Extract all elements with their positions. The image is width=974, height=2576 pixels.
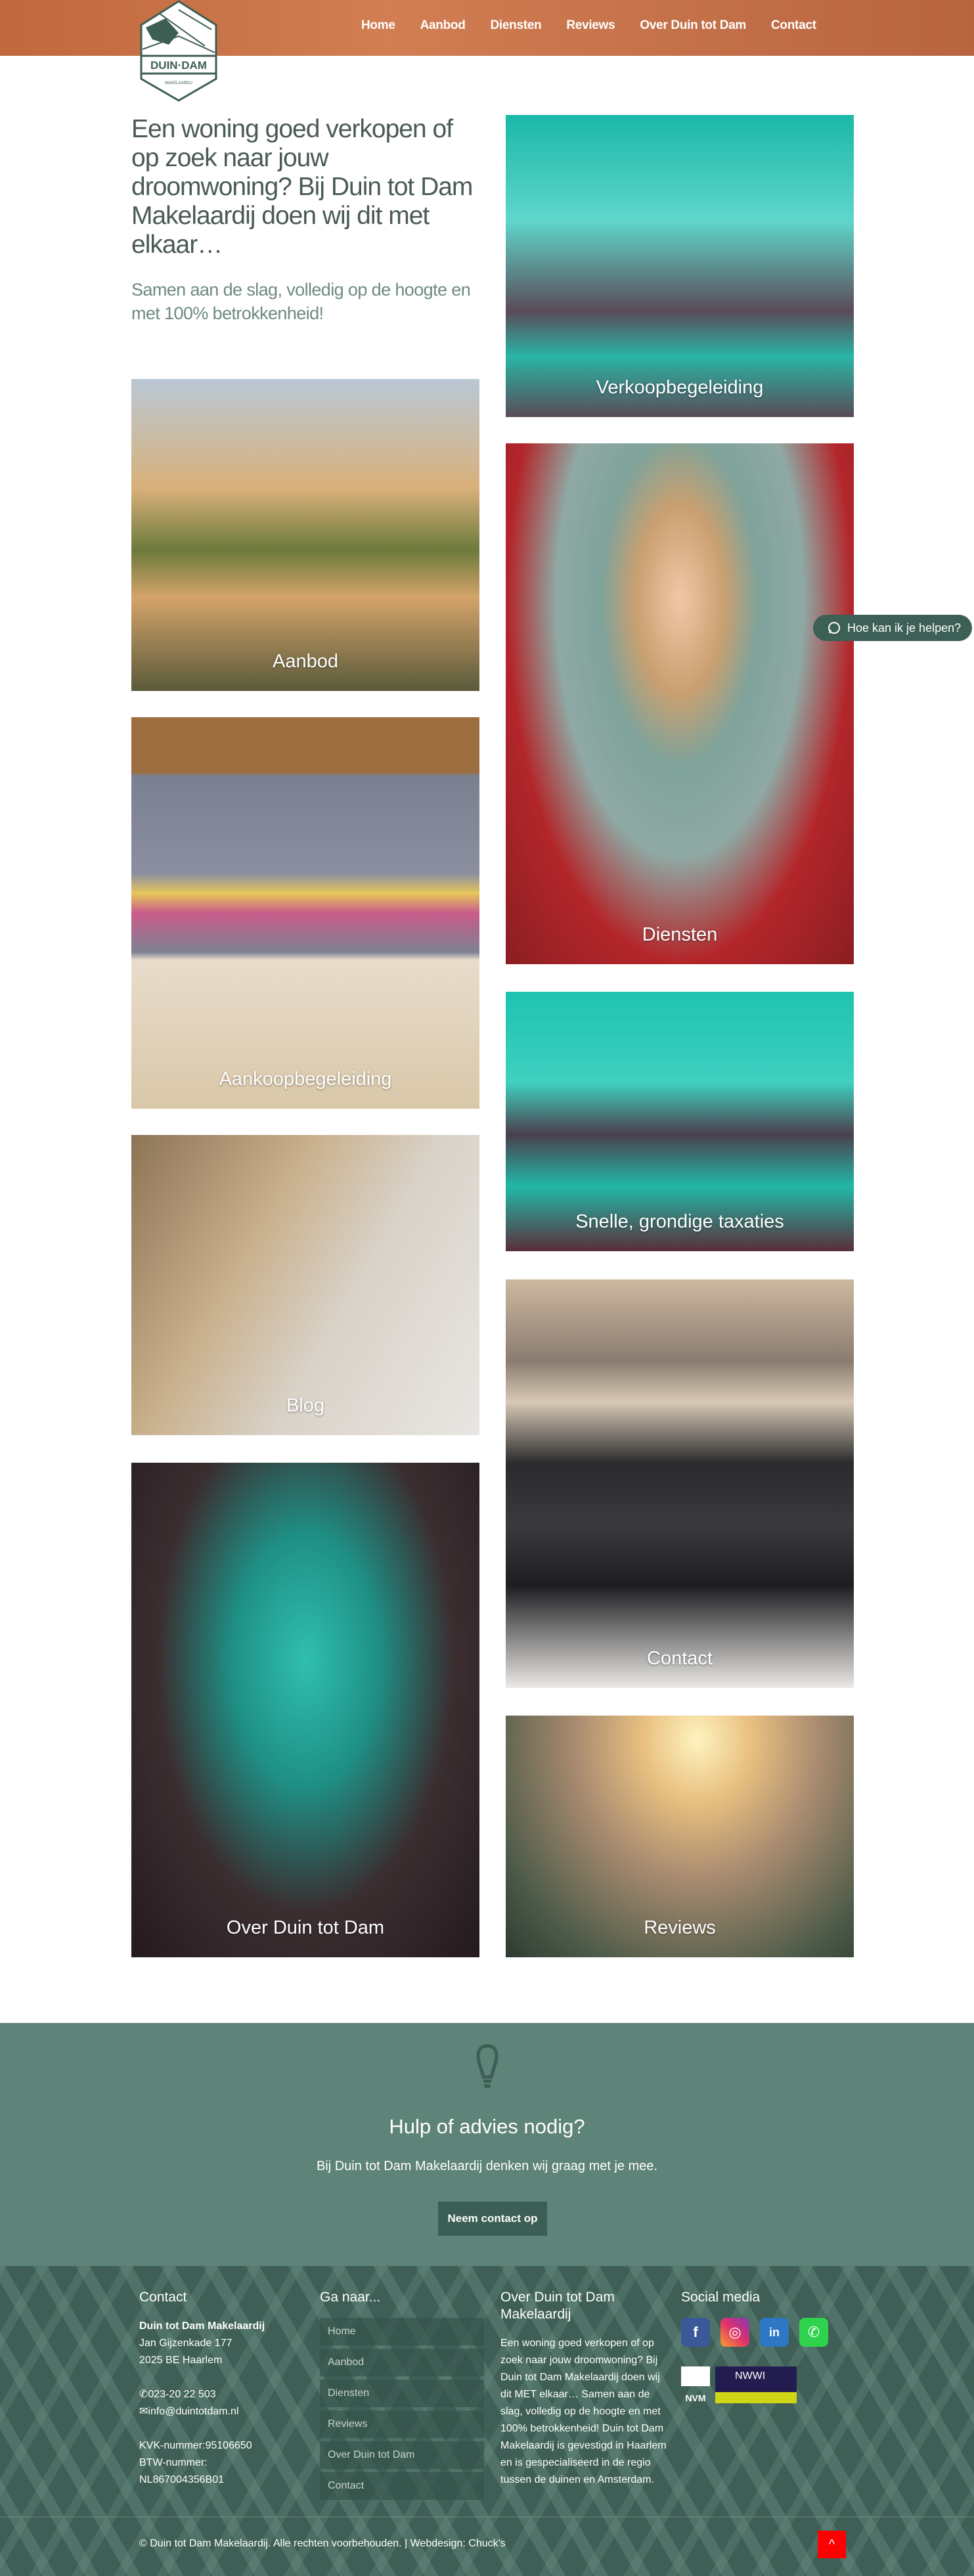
instagram-icon[interactable]: ◎ [720, 2318, 749, 2347]
phone-icon: ✆ [139, 2389, 148, 2400]
footer-link-aanbod[interactable]: Aanbod [320, 2349, 484, 2376]
chevron-up-icon: ^ [828, 2537, 835, 2552]
footer-link-reviews[interactable]: Reviews [320, 2410, 484, 2438]
company-name: Duin tot Dam Makelaardij [139, 2321, 265, 2332]
tile-taxaties[interactable]: Snelle, grondige taxaties [506, 992, 854, 1251]
footer-social: Social media f ◎ in ✆ NVM NWWI [681, 2289, 845, 2403]
footer: Contact Duin tot Dam Makelaardij Jan Gij… [0, 2266, 974, 2576]
footer-contact: Contact Duin tot Dam Makelaardij Jan Gij… [139, 2289, 303, 2489]
whatsapp-icon[interactable]: ✆ [799, 2318, 828, 2347]
logo[interactable]: DUIN·DAM MAKELAARDIJ [139, 0, 218, 102]
tile-aankoopbegeleiding[interactable]: Aankoopbegeleiding [131, 717, 479, 1109]
contact-button[interactable]: Neem contact op [438, 2202, 547, 2236]
tile-label: Contact [647, 1648, 713, 1669]
back-to-top-button[interactable]: ^ [818, 2531, 846, 2558]
tile-label: Reviews [644, 1917, 716, 1938]
linkedin-icon[interactable]: in [760, 2318, 789, 2347]
nav-over[interactable]: Over Duin tot Dam [640, 18, 746, 33]
nav-contact[interactable]: Contact [771, 18, 816, 33]
address-street: Jan Gijzenkade 177 [139, 2338, 232, 2349]
tile-verkoopbegeleiding[interactable]: Verkoopbegeleiding [506, 115, 854, 417]
kvk-number: KVK-nummer:95106650 [139, 2440, 252, 2451]
main-nav: Home Aanbod Diensten Reviews Over Duin t… [361, 18, 841, 33]
nav-home[interactable]: Home [361, 18, 395, 33]
tile-label: Snelle, grondige taxaties [575, 1211, 784, 1232]
btw-number: NL867004356B01 [139, 2474, 225, 2485]
nav-reviews[interactable]: Reviews [566, 18, 615, 33]
copyright: © Duin tot Dam Makelaardij. Alle rechten… [139, 2538, 506, 2549]
tile-label: Aankoopbegeleiding [219, 1069, 392, 1090]
footer-link-diensten[interactable]: Diensten [320, 2380, 484, 2407]
tile-label: Diensten [642, 924, 718, 945]
mail-icon: ✉ [139, 2406, 148, 2417]
footer-link-over[interactable]: Over Duin tot Dam [320, 2441, 484, 2469]
tile-over-duin-tot-dam[interactable]: Over Duin tot Dam [131, 1463, 479, 1957]
svg-text:MAKELAARDIJ: MAKELAARDIJ [165, 81, 192, 85]
whatsapp-chat-button[interactable]: Hoe kan ik je helpen? [813, 615, 972, 641]
nwwi-badge: NWWI [715, 2366, 797, 2403]
about-text: Een woning goed verkopen of op zoek naar… [500, 2338, 667, 2485]
intro-heading: Een woning goed verkopen of op zoek naar… [131, 115, 473, 259]
nvm-badge: NVM [681, 2366, 710, 2403]
cta-section: Hulp of advies nodig? Bij Duin tot Dam M… [0, 2023, 974, 2266]
tile-reviews[interactable]: Reviews [506, 1716, 854, 1957]
tile-blog[interactable]: Blog [131, 1135, 479, 1435]
intro: Een woning goed verkopen of op zoek naar… [131, 115, 479, 325]
footer-heading: Over Duin tot Dam Makelaardij [500, 2290, 615, 2322]
lightbulb-icon [476, 2044, 498, 2088]
btw-label: BTW-nummer: [139, 2457, 208, 2468]
cta-text: Bij Duin tot Dam Makelaardij denken wij … [316, 2159, 658, 2173]
footer-heading: Contact [139, 2290, 187, 2305]
tile-label: Verkoopbegeleiding [596, 377, 764, 398]
phone-link[interactable]: 023-20 22 503 [148, 2389, 215, 2400]
divider [0, 2516, 974, 2518]
tile-diensten[interactable]: Diensten [506, 443, 854, 964]
tile-aanbod[interactable]: Aanbod [131, 379, 479, 691]
tile-label: Blog [286, 1395, 325, 1416]
whatsapp-icon [828, 622, 840, 634]
svg-text:DUIN·DAM: DUIN·DAM [150, 59, 207, 72]
footer-link-home[interactable]: Home [320, 2318, 484, 2345]
nav-diensten[interactable]: Diensten [491, 18, 542, 33]
footer-goto: Ga naar... Home Aanbod Diensten Reviews … [320, 2289, 484, 2503]
cta-heading: Hulp of advies nodig? [389, 2115, 585, 2138]
address-city: 2025 BE Haarlem [139, 2355, 223, 2366]
nav-aanbod[interactable]: Aanbod [420, 18, 466, 33]
whatsapp-label: Hoe kan ik je helpen? [847, 621, 962, 634]
email-link[interactable]: info@duintotdam.nl [148, 2406, 238, 2417]
tile-label: Over Duin tot Dam [226, 1917, 385, 1938]
tile-label: Aanbod [273, 651, 338, 672]
tile-contact[interactable]: Contact [506, 1279, 854, 1688]
intro-subtitle: Samen aan de slag, volledig op de hoogte… [131, 280, 471, 323]
facebook-icon[interactable]: f [681, 2318, 710, 2347]
footer-about: Over Duin tot Dam Makelaardij Een woning… [500, 2289, 668, 2489]
footer-heading: Ga naar... [320, 2290, 381, 2305]
footer-heading: Social media [681, 2290, 761, 2305]
footer-link-contact[interactable]: Contact [320, 2472, 484, 2500]
